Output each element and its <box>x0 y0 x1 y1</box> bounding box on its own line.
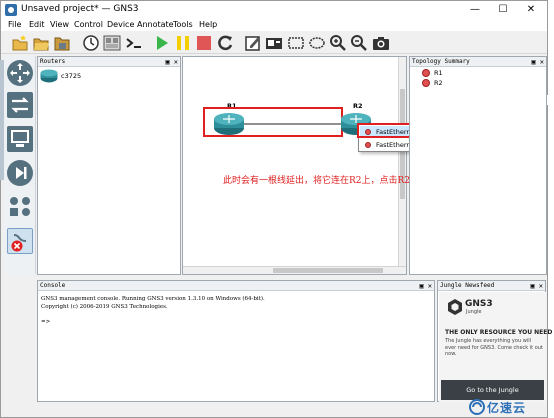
console-all-icon[interactable] <box>125 34 143 52</box>
topology-panel-controls[interactable]: ▣ ✕ <box>531 57 544 67</box>
status-bar <box>1 403 437 417</box>
canvas-horizontal-scrollbar[interactable] <box>183 266 406 274</box>
r1-status-icon <box>422 69 430 77</box>
snapshot-clock-icon[interactable] <box>82 34 100 52</box>
toolbar <box>1 32 547 54</box>
jungle-body-text: The Jungle has everything you will ever … <box>445 338 543 357</box>
open-project-icon[interactable] <box>32 34 50 52</box>
maximize-button[interactable]: ☐ <box>489 1 517 19</box>
suspend-all-icon[interactable] <box>174 34 192 52</box>
router-c3725-label[interactable]: c3725 <box>61 72 81 80</box>
topology-panel-header: Topology Summary ▣ ✕ <box>410 57 546 67</box>
menu-tools[interactable]: Tools <box>173 19 193 31</box>
jungle-headline: THE ONLY RESOURCE YOU NEED <box>445 329 553 336</box>
add-note-icon[interactable] <box>244 34 262 52</box>
canvas-vertical-scrollbar[interactable] <box>398 57 406 274</box>
insert-picture-icon[interactable] <box>265 34 283 52</box>
menu-view[interactable]: View <box>50 19 69 31</box>
start-all-icon[interactable] <box>153 34 171 52</box>
menu-edit[interactable]: Edit <box>29 19 45 31</box>
watermark: 亿速云 <box>467 398 553 416</box>
watermark-text: 亿速云 <box>487 401 527 415</box>
menu-device[interactable]: Device <box>107 19 134 31</box>
topology-item-r1[interactable]: R1 <box>434 69 443 77</box>
window-title: Unsaved project* — GNS3 <box>21 4 139 14</box>
end-devices-category-icon[interactable] <box>7 126 33 152</box>
watermark-logo-icon <box>469 399 485 415</box>
jungle-panel-controls[interactable]: ▣ ✕ <box>530 281 543 291</box>
close-button[interactable]: ✕ <box>517 1 545 19</box>
zoom-out-icon[interactable] <box>350 34 368 52</box>
desktop-fragment-left <box>0 60 4 180</box>
jungle-newsfeed-panel: Jungle Newsfeed ▣ ✕ GNS3 Jungle THE ONLY… <box>437 280 552 402</box>
add-link-icon[interactable] <box>7 228 33 254</box>
console-line-2: Copyright (c) 2006-2019 GNS3 Technologie… <box>41 304 168 310</box>
gns3-app-icon <box>5 4 17 16</box>
topology-summary-panel: Topology Summary ▣ ✕ R1 R2 <box>409 56 547 275</box>
device-type-bar <box>3 56 36 274</box>
jungle-panel-header: Jungle Newsfeed ▣ ✕ <box>438 281 545 291</box>
security-devices-category-icon[interactable] <box>7 160 33 186</box>
console-prompt[interactable]: => <box>41 319 50 325</box>
topology-item-r2[interactable]: R2 <box>434 79 443 87</box>
console-line-1: GNS3 management console. Running GNS3 ve… <box>41 296 265 302</box>
r2-status-icon <box>422 79 430 87</box>
cable-link <box>241 123 348 125</box>
title-bar: Unsaved project* — GNS3 — ☐ ✕ <box>1 1 547 19</box>
draw-rectangle-icon[interactable] <box>287 34 305 52</box>
menu-control[interactable]: Control <box>74 19 103 31</box>
topology-panel-title: Topology Summary <box>412 58 470 65</box>
menu-help[interactable]: Help <box>199 19 217 31</box>
gns3-window: Unsaved project* — GNS3 — ☐ ✕ File Edit … <box>0 0 552 418</box>
routers-panel-header: Routers ▣ ✕ <box>38 57 180 67</box>
new-project-icon[interactable] <box>11 34 29 52</box>
c3725-router-icon[interactable] <box>40 69 58 83</box>
interface-status-dot-icon <box>365 142 371 148</box>
screenshot-camera-icon[interactable] <box>372 34 390 52</box>
jungle-logo-subtext: Jungle <box>466 309 482 315</box>
desktop-fragment-1 <box>547 95 554 105</box>
device-settings-icon[interactable] <box>103 34 121 52</box>
minimize-button[interactable]: — <box>461 1 489 19</box>
jungle-content: GNS3 Jungle THE ONLY RESOURCE YOU NEED T… <box>439 292 552 402</box>
menu-annotate[interactable]: Annotate <box>137 19 174 31</box>
topology-canvas[interactable]: R1 R2 <box>182 56 407 275</box>
reload-all-icon[interactable] <box>216 34 234 52</box>
menu-bar: File Edit View Control Device Annotate T… <box>1 19 547 31</box>
menu-file[interactable]: File <box>8 19 21 31</box>
all-devices-category-icon[interactable] <box>7 194 33 220</box>
switches-category-icon[interactable] <box>7 92 33 118</box>
console-panel: Console ▣ ✕ GNS3 management console. Run… <box>37 280 435 402</box>
routers-panel-controls[interactable]: ▣ ✕ <box>165 57 178 67</box>
routers-panel-title: Routers <box>40 58 66 65</box>
save-project-icon[interactable] <box>53 34 71 52</box>
console-panel-controls[interactable]: ▣ ✕ <box>419 281 432 291</box>
routers-panel: Routers ▣ ✕ c3725 <box>37 56 181 275</box>
canvas-hscroll-thumb[interactable] <box>273 268 383 273</box>
stop-all-icon[interactable] <box>195 34 213 52</box>
console-panel-title: Console <box>40 282 66 289</box>
draw-ellipse-icon[interactable] <box>308 34 326 52</box>
routers-category-icon[interactable] <box>7 60 33 86</box>
zoom-in-icon[interactable] <box>329 34 347 52</box>
console-panel-header: Console ▣ ✕ <box>38 281 434 291</box>
go-to-jungle-button[interactable]: Go to the Jungle <box>441 380 544 400</box>
router-r1[interactable] <box>213 112 245 139</box>
jungle-logo-text: GNS3 <box>465 299 493 309</box>
jungle-panel-title: Jungle Newsfeed <box>440 282 495 289</box>
gns3-logo-icon <box>448 299 462 315</box>
